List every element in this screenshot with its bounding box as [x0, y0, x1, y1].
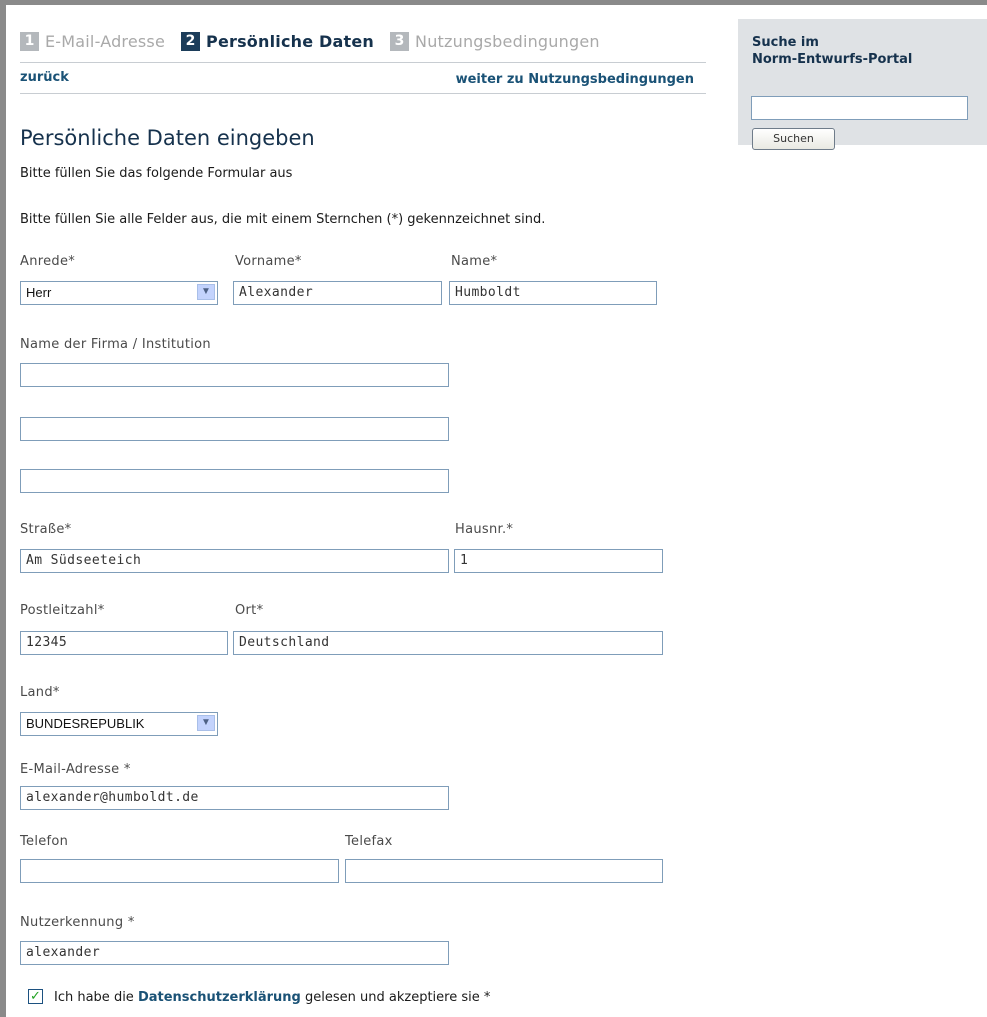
- search-panel: Suche im Norm-Entwurfs-Portal Suchen: [738, 19, 987, 150]
- search-title: Suche im Norm-Entwurfs-Portal: [752, 34, 912, 68]
- step-label: Nutzungsbedingungen: [415, 31, 600, 51]
- phone-field[interactable]: [20, 859, 339, 883]
- search-title-line-2: Norm-Entwurfs-Portal: [752, 52, 913, 67]
- next-link[interactable]: weiter zu Nutzungsbedingungen: [456, 72, 694, 87]
- page-title: Persönliche Daten eingeben: [20, 126, 315, 150]
- country-value: BUNDESREPUBLIK: [26, 716, 145, 731]
- step-number: 1: [20, 31, 39, 51]
- last-name-field[interactable]: Humboldt: [449, 281, 657, 305]
- company-field-line-2[interactable]: [20, 417, 449, 441]
- house-number-label: Hausnr.*: [455, 522, 514, 537]
- postal-code-field[interactable]: 12345: [20, 631, 228, 655]
- salutation-value: Herr: [26, 285, 52, 300]
- email-label: E-Mail-Adresse *: [20, 762, 131, 777]
- search-button[interactable]: Suchen: [752, 128, 835, 150]
- street-field[interactable]: Am Südseeteich: [20, 549, 449, 573]
- chevron-down-icon[interactable]: ▼: [197, 284, 215, 300]
- step-number: 3: [390, 31, 410, 51]
- company-field-line-1[interactable]: [20, 363, 449, 387]
- username-label: Nutzerkennung *: [20, 915, 135, 930]
- postal-code-label: Postleitzahl*: [20, 603, 105, 618]
- divider: [20, 93, 706, 94]
- step-personal-data: 2 Persönliche Daten: [181, 31, 375, 51]
- fax-field[interactable]: [345, 859, 663, 883]
- step-terms: 3 Nutzungsbedingungen: [390, 31, 600, 51]
- intro-text: Bitte füllen Sie das folgende Formular a…: [20, 166, 293, 181]
- country-label: Land*: [20, 685, 60, 700]
- first-name-field[interactable]: Alexander: [233, 281, 442, 305]
- username-field[interactable]: alexander: [20, 941, 449, 965]
- back-link[interactable]: zurück: [20, 70, 69, 85]
- last-name-label: Name*: [451, 254, 498, 269]
- search-title-line-1: Suche im: [752, 35, 819, 50]
- required-fields-hint: Bitte füllen Sie alle Felder aus, die mi…: [20, 212, 546, 227]
- city-field[interactable]: Deutschland: [233, 631, 663, 655]
- progress-steps: 1 E-Mail-Adresse 2 Persönliche Daten 3 N…: [20, 28, 616, 54]
- country-select[interactable]: BUNDESREPUBLIK ▼: [20, 712, 218, 736]
- privacy-policy-link[interactable]: Datenschutzerklärung: [138, 990, 301, 1005]
- step-navigation: zurück weiter zu Nutzungsbedingungen: [20, 66, 706, 90]
- chevron-down-icon[interactable]: ▼: [197, 715, 215, 731]
- company-field-line-3[interactable]: [20, 469, 449, 493]
- salutation-label: Anrede*: [20, 254, 76, 269]
- consent-text-before: Ich habe die: [54, 990, 134, 1005]
- search-input[interactable]: [751, 96, 968, 120]
- street-label: Straße*: [20, 522, 72, 537]
- company-label: Name der Firma / Institution: [20, 337, 211, 352]
- first-name-label: Vorname*: [235, 254, 302, 269]
- window-border-top: [0, 0, 987, 5]
- fax-label: Telefax: [345, 834, 393, 849]
- step-label: E-Mail-Adresse: [45, 31, 166, 51]
- step-email: 1 E-Mail-Adresse: [20, 31, 166, 51]
- phone-label: Telefon: [20, 834, 69, 849]
- step-label: Persönliche Daten: [206, 31, 375, 51]
- city-label: Ort*: [235, 603, 264, 618]
- salutation-select[interactable]: Herr ▼: [20, 281, 218, 305]
- window-border-left: [0, 0, 6, 1017]
- privacy-consent-text: Ich habe die Datenschutzerklärung gelese…: [54, 990, 490, 1005]
- divider: [20, 62, 706, 63]
- checkmark-icon: ✓: [30, 989, 41, 1004]
- email-field[interactable]: alexander@humboldt.de: [20, 786, 449, 810]
- consent-text-after: gelesen und akzeptiere sie *: [305, 990, 491, 1005]
- step-number: 2: [181, 31, 201, 51]
- privacy-checkbox[interactable]: ✓: [28, 989, 43, 1004]
- house-number-field[interactable]: 1: [454, 549, 663, 573]
